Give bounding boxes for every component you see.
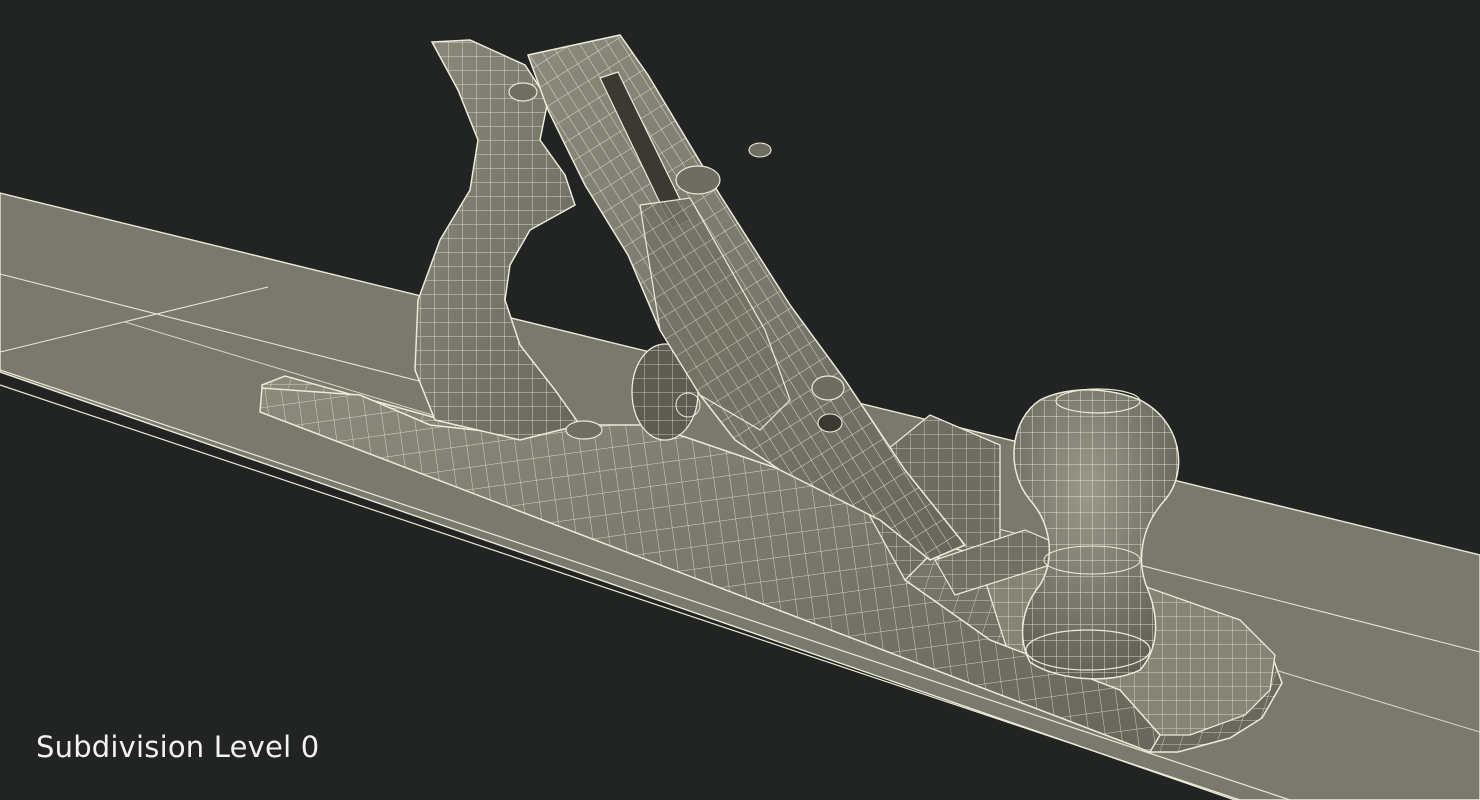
hand-plane-wireframe-render [0, 34, 1480, 800]
subdivision-level-caption: Subdivision Level 0 [36, 730, 320, 764]
render-viewport: Subdivision Level 0 [0, 0, 1480, 800]
